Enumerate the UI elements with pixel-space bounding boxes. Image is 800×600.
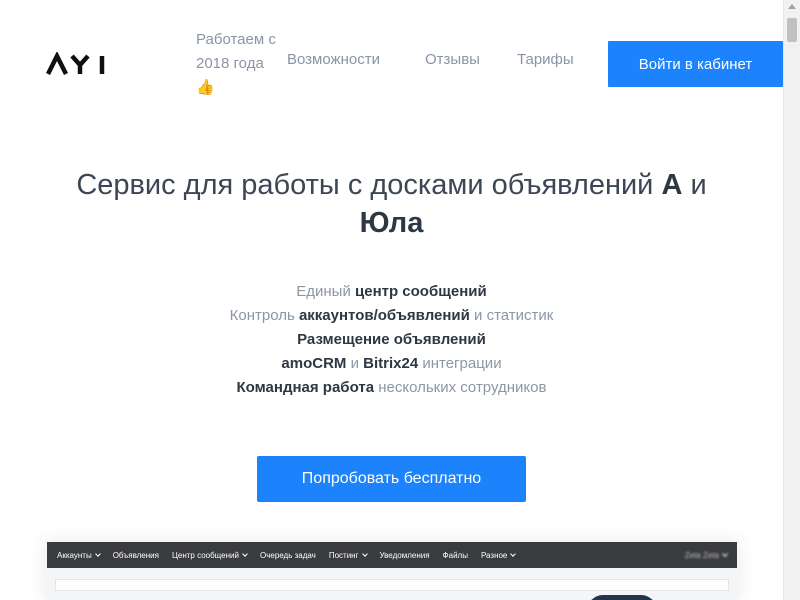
feature-line: Контроль аккаунтов/объявлений и статисти… (90, 304, 693, 328)
nav-link-features[interactable]: Возможности (287, 51, 380, 68)
preview-menu-item: Файлы (443, 551, 468, 560)
preview-menu-item: Центр сообщений (171, 550, 248, 560)
preview-menu-item: Очередь задач (260, 551, 316, 560)
chevron-down-icon (722, 550, 728, 557)
feature-bold: Командная работа (236, 379, 375, 396)
feature-text: Контроль (229, 307, 299, 324)
scroll-up-arrow-icon[interactable] (788, 4, 796, 9)
chevron-down-icon (94, 550, 101, 557)
try-free-button[interactable]: Попробовать бесплатно (257, 456, 526, 502)
hero-title-part1: Сервис для работы с досками объявлений (76, 169, 662, 201)
page-scrollbar[interactable] (783, 0, 800, 600)
logo[interactable] (46, 52, 112, 78)
feature-line: Единый центр сообщений (90, 280, 693, 304)
preview-menu-label: Уведомления (379, 550, 430, 560)
login-button[interactable]: Войти в кабинет (608, 41, 783, 87)
hero-title-bold1: А (661, 169, 683, 201)
preview-menu-item: Объявления (113, 551, 159, 560)
feature-list: Единый центр сообщений Контроль аккаунто… (90, 280, 693, 400)
preview-content-panel (55, 579, 729, 591)
feature-bold: Bitrix24 (363, 355, 419, 372)
preview-menu-item: Разное (480, 550, 517, 560)
preview-content (47, 568, 737, 600)
feature-line: Командная работа нескольких сотрудников (90, 376, 693, 400)
app-preview-screenshot: Аккаунты Объявления Центр сообщений Очер… (47, 542, 737, 600)
nav-link-reviews[interactable]: Отзывы (425, 51, 480, 68)
preview-menu-bar: Аккаунты Объявления Центр сообщений Очер… (47, 542, 737, 568)
preview-menu-label: Очередь задач (259, 550, 316, 560)
feature-text: и статистик (469, 307, 554, 324)
preview-menu-item: Аккаунты (57, 550, 101, 560)
preview-menu-item: Постинг (328, 550, 368, 560)
chevron-down-icon (510, 550, 517, 557)
preview-menu-label: Разное (480, 550, 508, 560)
since-text: Работаем с 2018 года 👍 (196, 31, 276, 96)
preview-menu-label: Центр сообщений (171, 550, 239, 560)
feature-bold: Размещение объявлений (297, 331, 486, 348)
feature-text: нескольких сотрудников (374, 379, 547, 396)
feature-bold: аккаунтов/объявлений (298, 307, 470, 324)
feature-bold: центр сообщений (355, 283, 487, 300)
feature-text: Единый (296, 283, 355, 300)
preview-user-menu: Zeta Zeta (684, 550, 728, 560)
preview-menu-label: Аккаунты (57, 550, 92, 560)
preview-user-name: Zeta Zeta (684, 550, 719, 560)
preview-menu-label: Файлы (442, 550, 468, 560)
nav-link-pricing[interactable]: Тарифы (517, 51, 574, 68)
hero-title-bold2: Юла (359, 207, 424, 239)
preview-menu-item: Уведомления (380, 551, 430, 560)
chevron-down-icon (361, 550, 368, 557)
preview-menu-label: Объявления (112, 550, 159, 560)
site-header: Работаем с 2018 года 👍 Возможности Отзыв… (0, 0, 783, 120)
chevron-down-icon (242, 550, 248, 557)
scrollbar-thumb[interactable] (787, 18, 797, 42)
hero-title: Сервис для работы с досками объявлений А… (40, 166, 743, 242)
hero-title-part2: и (682, 169, 707, 201)
feature-text: интеграции (418, 355, 502, 372)
feature-text: и (346, 355, 364, 372)
feature-bold: amoCRM (281, 355, 347, 372)
preview-menu-label: Постинг (328, 550, 359, 560)
feature-line: Размещение объявлений (90, 328, 693, 352)
feature-line: amoCRM и Bitrix24 интеграции (90, 352, 693, 376)
preview-avatar-shape (587, 595, 657, 600)
